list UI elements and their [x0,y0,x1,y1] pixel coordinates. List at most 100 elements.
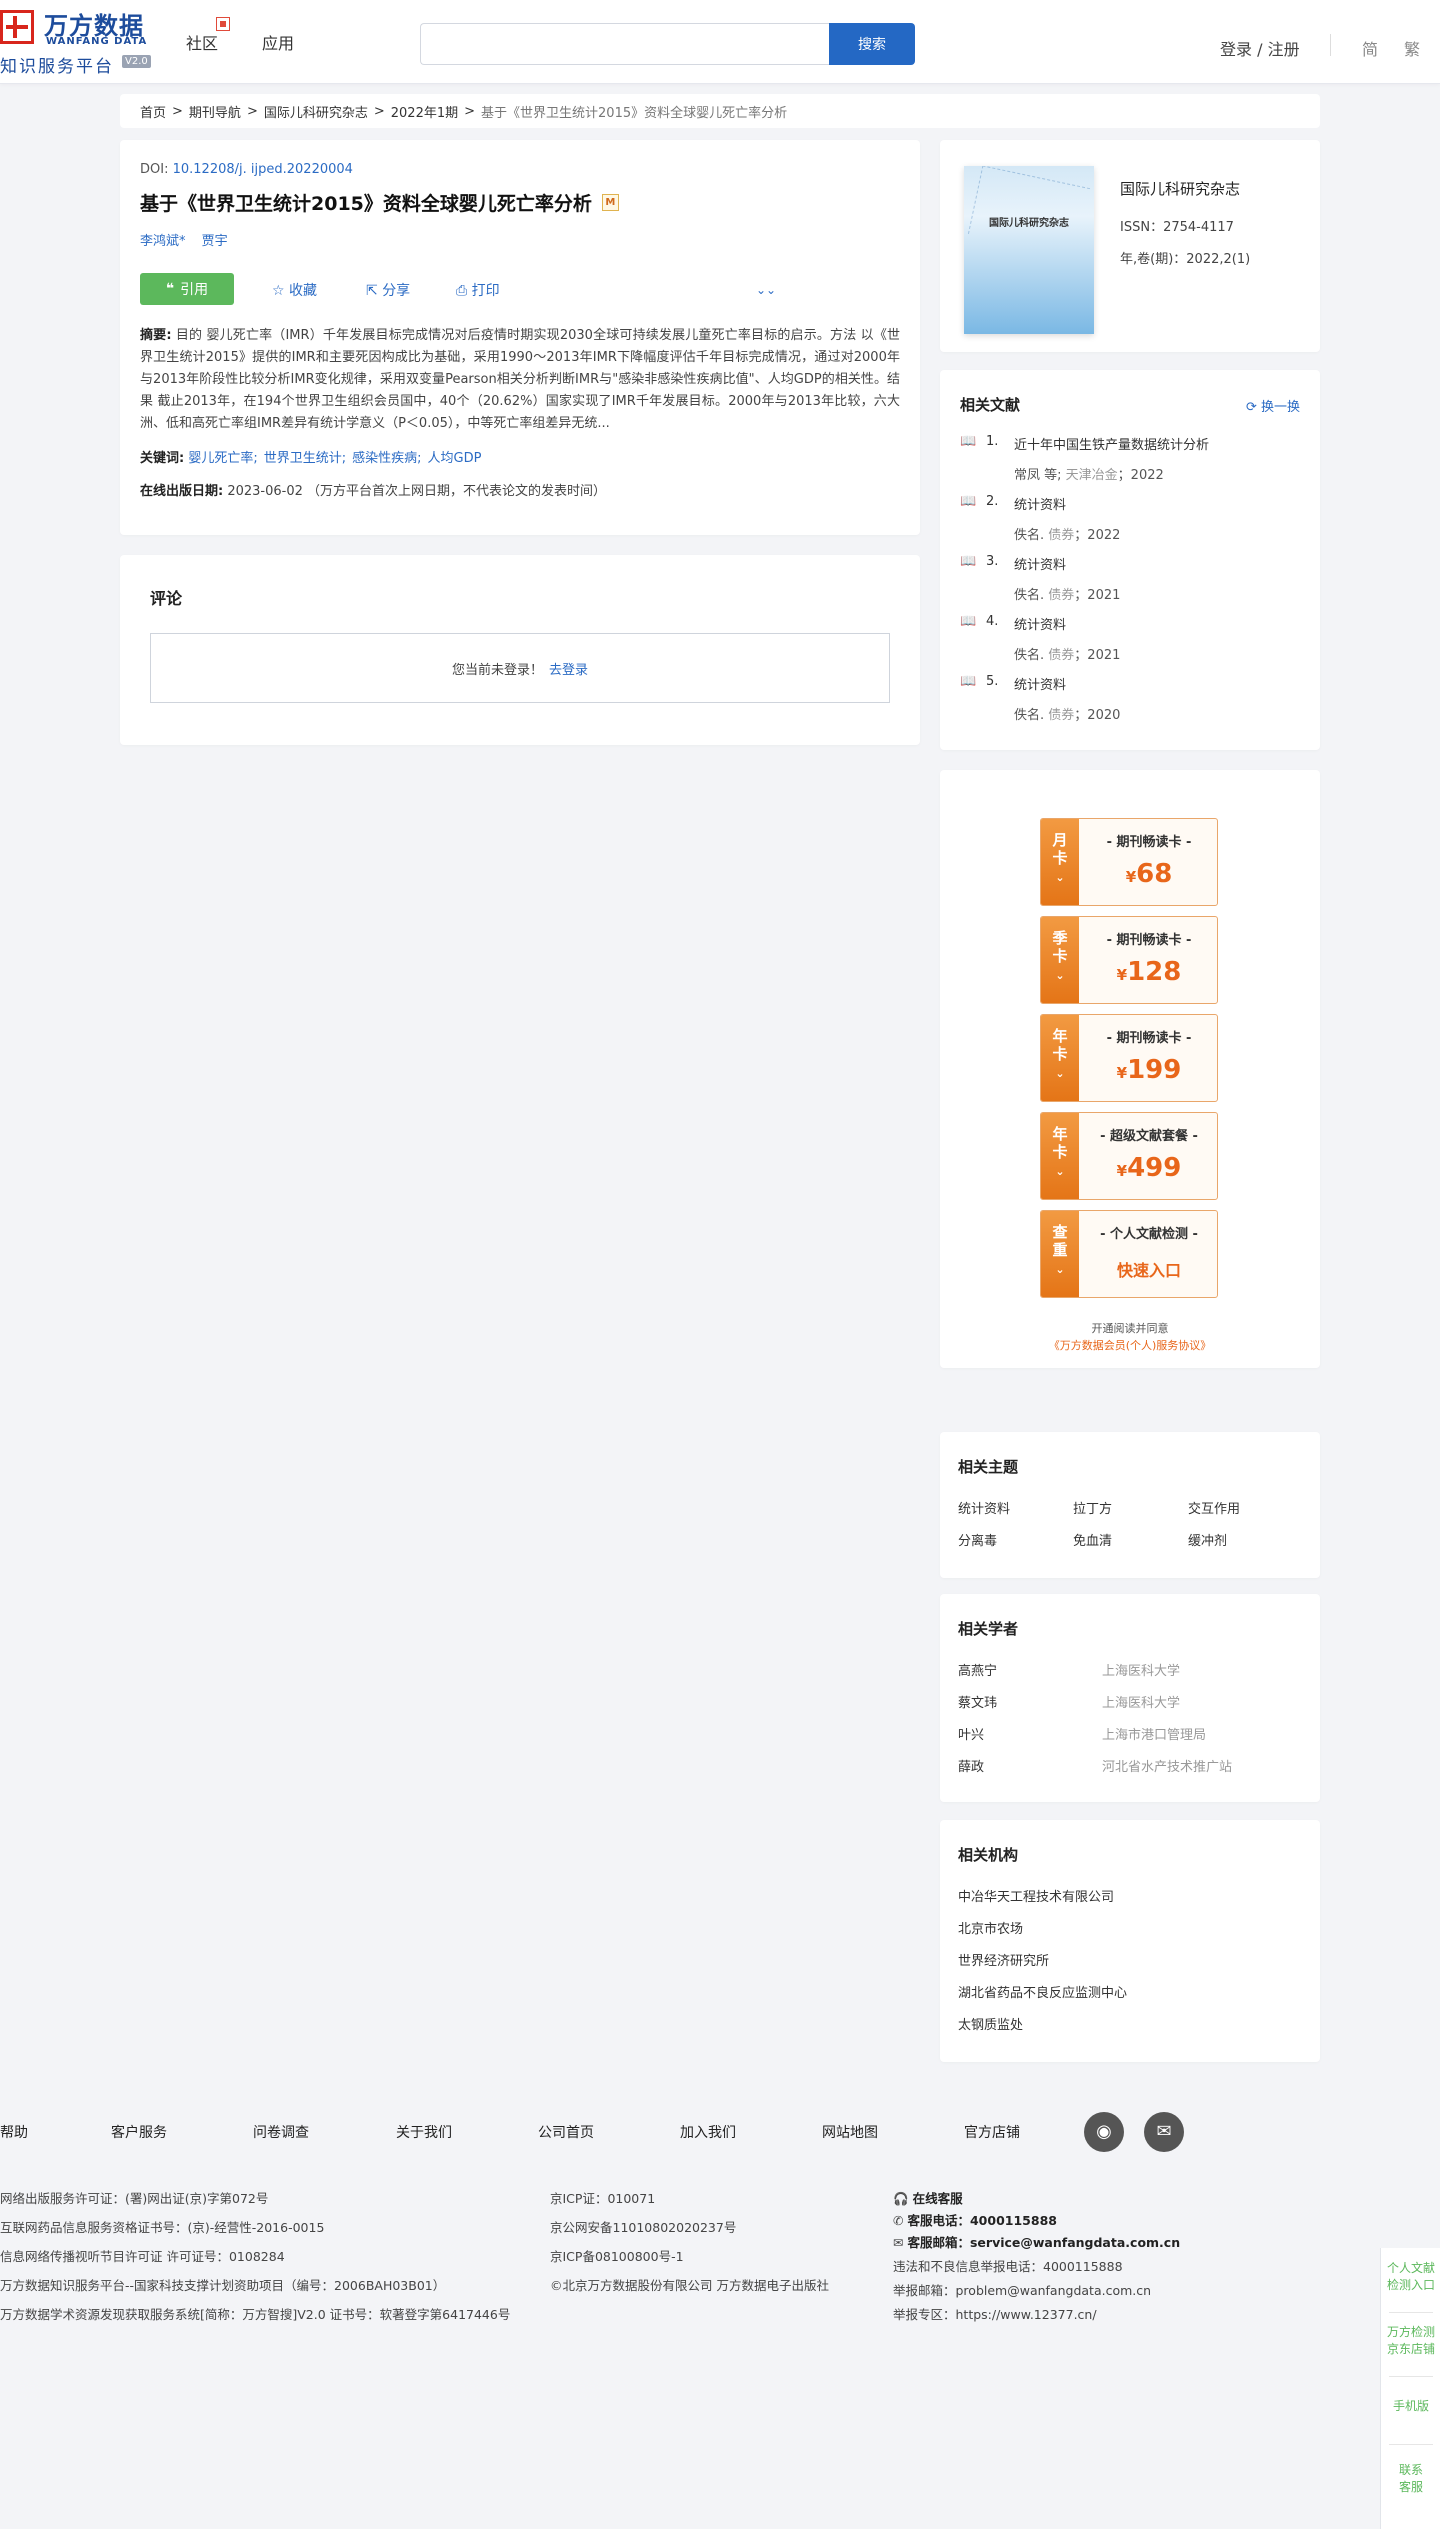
scholar-name[interactable]: 薛政 [958,1756,984,1775]
article-title-row: 基于《世界卫生统计2015》资料全球婴儿死亡率分析 M [140,189,900,216]
org-link[interactable]: 北京市农场 [958,1918,1023,1937]
print-button[interactable]: ⎙ 打印 [456,280,500,300]
footer-link-sitemap[interactable]: 网站地图 [822,2122,878,2142]
refresh-button[interactable]: ⟳ 换一换 [1246,396,1300,415]
jd-store-link[interactable]: 万方检测京东店铺 [1381,2324,1440,2358]
super-package-offer[interactable]: 年卡 ⌄ - 超级文献套餐 - ¥499 [1040,1112,1218,1200]
scholar-org[interactable]: 上海医科大学 [1102,1692,1180,1711]
doc-title[interactable]: 统计资料 [1014,674,1066,693]
topic-link[interactable]: 缓冲剂 [1188,1530,1227,1549]
card-type-label: 查重 ⌄ [1041,1211,1079,1297]
article-title: 基于《世界卫生统计2015》资料全球婴儿死亡率分析 [140,193,592,215]
report-zone[interactable]: 举报专区：https://www.12377.cn/ [893,2304,1097,2323]
doc-title[interactable]: 统计资料 [1014,494,1066,513]
cover-pattern [967,166,1091,257]
topic-link[interactable]: 统计资料 [958,1498,1010,1517]
wanfang-logo[interactable]: 万方数据 WANFANG DATA 知识服务平台 V2.0 [0,6,160,77]
keyword-link[interactable]: 感染性疾病; [352,451,421,466]
favorite-button[interactable]: ☆ 收藏 [272,280,317,300]
yearly-card-offer[interactable]: 年卡 ⌄ - 期刊畅读卡 - ¥199 [1040,1014,1218,1102]
search-input[interactable] [420,23,830,65]
weibo-icon[interactable]: ◉ [1084,2112,1124,2152]
footer-link-join[interactable]: 加入我们 [680,2122,736,2142]
footer-link-home[interactable]: 公司首页 [538,2122,594,2142]
copyright-line: ©北京万方数据股份有限公司 万方数据电子出版社 [550,2278,829,2293]
service-agreement-link[interactable]: 《万方数据会员(个人)服务协议》 [940,1337,1320,1353]
nav-apps[interactable]: 应用 [262,30,294,54]
author-list: 李鸿斌* 贾宇 [140,230,900,249]
logo-subtitle: 知识服务平台 [0,57,114,77]
card-type-label: 年卡 ⌄ [1041,1113,1079,1199]
doc-title[interactable]: 近十年中国生铁产量数据统计分析 [1014,434,1209,453]
doi-link[interactable]: 10.12208/j. ijped.20220004 [173,162,353,177]
breadcrumb-issue[interactable]: 2022年1期 [391,102,458,121]
icp-line[interactable]: 京ICP备08100800号-1 [550,2246,684,2265]
topic-link[interactable]: 分离毒 [958,1530,997,1549]
footer-link-store[interactable]: 官方店铺 [964,2122,1020,2142]
scholar-name[interactable]: 高燕宁 [958,1660,997,1679]
breadcrumb: 首页 > 期刊导航 > 国际儿科研究杂志 > 2022年1期 > 基于《世界卫生统计20… [120,94,1320,128]
lang-simplified[interactable]: 简 [1362,36,1378,60]
plagiarism-check-offer[interactable]: 查重 ⌄ - 个人文献检测 - 快速入口 [1040,1210,1218,1298]
icp-line[interactable]: 京公网安备11010802020237号 [550,2217,736,2236]
license-line: 万方数据学术资源发现获取服务系统[简称：万方智搜]V2.0 证书号：软著登字第6… [0,2307,511,2322]
scholar-name[interactable]: 蔡文玮 [958,1692,997,1711]
search-button[interactable]: 搜索 [829,23,915,65]
scholar-name[interactable]: 叶兴 [958,1724,984,1743]
pubdate-value: 2023-06-02 [227,484,303,499]
quarterly-card-offer[interactable]: 季卡 ⌄ - 期刊畅读卡 - ¥128 [1040,916,1218,1004]
doc-title[interactable]: 统计资料 [1014,554,1066,573]
scholar-org[interactable]: 河北省水产技术推广站 [1102,1756,1232,1775]
org-link[interactable]: 太钢质监处 [958,2014,1023,2033]
go-login-link[interactable]: 去登录 [549,659,588,678]
footer-link-about[interactable]: 关于我们 [396,2122,452,2142]
footer-link-survey[interactable]: 问卷调查 [253,2122,309,2142]
footer-link-service[interactable]: 客户服务 [111,2122,167,2142]
double-chevron-icon: ⌄ [1055,1263,1065,1276]
journal-name[interactable]: 国际儿科研究杂志 [1120,178,1240,199]
agreement-text: 开通阅读并同意 [1091,1322,1169,1335]
topic-link[interactable]: 交互作用 [1188,1498,1240,1517]
org-link[interactable]: 湖北省药品不良反应监测中心 [958,1982,1127,2001]
lang-traditional[interactable]: 繁 [1404,36,1420,60]
journal-cover[interactable]: 国际儿科研究杂志 [964,166,1094,334]
metadata-badge-icon[interactable]: M [601,194,619,211]
mobile-version-link[interactable]: 手机版 [1381,2398,1440,2415]
online-service-link[interactable]: 🎧 在线客服 [893,2188,963,2207]
keyword-link[interactable]: 婴儿死亡率; [188,451,257,466]
expand-abstract-icon[interactable]: ⌄⌄ [756,283,776,297]
topic-link[interactable]: 免血清 [1073,1530,1112,1549]
footer-link-help[interactable]: 帮助 [0,2122,28,2142]
personal-check-entry[interactable]: 个人文献检测入口 [1381,2260,1440,2294]
breadcrumb-journal[interactable]: 国际儿科研究杂志 [264,102,368,121]
scholar-org[interactable]: 上海市港口管理局 [1102,1724,1206,1743]
keyword-link[interactable]: 人均GDP [428,451,482,466]
doc-title[interactable]: 统计资料 [1014,614,1066,633]
org-link[interactable]: 中冶华天工程技术有限公司 [958,1886,1114,1905]
icp-line[interactable]: 京ICP证：010071 [550,2188,655,2207]
login-register-link[interactable]: 登录 / 注册 [1220,36,1300,60]
author-link[interactable]: 贾宇 [202,234,228,249]
topic-link[interactable]: 拉丁方 [1073,1498,1112,1517]
breadcrumb-journals[interactable]: 期刊导航 [189,102,241,121]
share-button[interactable]: ⇱ 分享 [366,280,410,300]
monthly-card-offer[interactable]: 月卡 ⌄ - 期刊畅读卡 - ¥68 [1040,818,1218,906]
offer-title: - 期刊畅读卡 - [1106,933,1192,948]
scholar-org[interactable]: 上海医科大学 [1102,1660,1180,1679]
license-line: 网络出版服务许可证：(署)网出证(京)字第072号 [0,2191,269,2206]
wechat-icon[interactable]: ✉ [1144,2112,1184,2152]
author-link[interactable]: 李鸿斌* [140,234,186,249]
offer-title: - 期刊畅读卡 - [1106,1031,1192,1046]
floating-sidebar: 个人文献检测入口 万方检测京东店铺 手机版 联系客服 [1380,2248,1440,2529]
star-icon: ☆ [272,283,285,299]
nav-community[interactable]: 社区 [186,30,218,54]
cite-button[interactable]: ❝ 引用 [140,273,234,305]
breadcrumb-home[interactable]: 首页 [140,102,166,121]
article-actions: ❝ 引用 ☆ 收藏 ⇱ 分享 ⎙ 打印 [140,273,900,307]
doc-meta: 佚名. 债券；2021 [1014,588,1121,603]
org-link[interactable]: 世界经济研究所 [958,1950,1049,1969]
journal-issn: ISSN：2754-4117 [1120,220,1234,235]
contact-service-link[interactable]: 联系客服 [1381,2462,1440,2496]
share-label: 分享 [382,283,411,299]
keyword-link[interactable]: 世界卫生统计; [264,451,346,466]
